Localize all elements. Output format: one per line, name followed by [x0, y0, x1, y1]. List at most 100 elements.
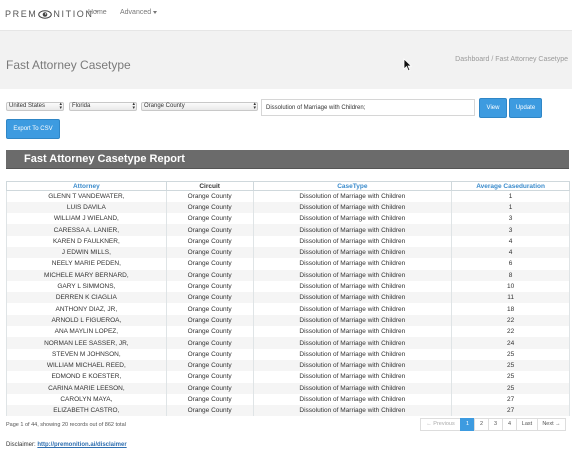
table-row: EDMOND E KOESTER, Orange County Dissolutio…: [6, 371, 570, 383]
casetype-cell: Dissolution of Marriage with Children: [252, 224, 453, 236]
view-button[interactable]: View: [479, 98, 507, 118]
pagination: ← Previous 1 2 3 4 Last Next →: [420, 418, 566, 431]
casetype-cell: Dissolution of Marriage with Children: [252, 348, 453, 360]
caseduration-cell: 10: [451, 280, 570, 293]
state-value: Florida: [72, 103, 91, 109]
last-page-button[interactable]: Last: [516, 418, 538, 431]
casetype-cell: Dissolution of Marriage with Children: [252, 213, 453, 225]
circuit-cell: Orange County: [165, 326, 254, 338]
page-title: Fast Attorney Casetype: [6, 58, 131, 72]
circuit-cell: Orange County: [165, 213, 254, 225]
attorney-cell: STEVEN M JOHNSON,: [6, 348, 167, 360]
select-arrows-icon: ▴ ▾: [253, 101, 256, 111]
column-header-average-caseduration[interactable]: Average Caseduration: [451, 181, 570, 191]
attorney-cell: WILLIAM MICHAEL REED,: [6, 359, 167, 372]
caret-down-icon: [153, 10, 158, 14]
table-row: ARNOLD L FIGUEROA, Orange County Dissoluti…: [6, 314, 570, 327]
country-value: United States: [9, 103, 46, 109]
attorney-cell: LUIS DAVILA: [6, 201, 167, 214]
filter-bar: United States ▴ ▾ Florida ▴ ▾ Orange Count…: [0, 98, 572, 143]
column-header-attorney[interactable]: Attorney: [6, 181, 167, 191]
casetype-cell: Dissolution of Marriage with Children: [252, 201, 453, 214]
table-row: CARINA MARIE LEESON, Orange County Dissolu…: [6, 382, 570, 394]
casetype-cell: Dissolution of Marriage with Children: [252, 303, 453, 315]
circuit-cell: Orange County: [165, 371, 254, 383]
caseduration-cell: 11: [451, 292, 570, 304]
top-navbar: PREM NITION ™ Home Advanced: [0, 0, 572, 30]
page-button-1[interactable]: 1: [460, 418, 475, 431]
page-button-2[interactable]: 2: [474, 418, 489, 431]
table-row: WILLIAM MICHAEL REED, Orange County Dissol…: [6, 359, 570, 372]
nav-home-link[interactable]: Home: [88, 9, 107, 16]
caseduration-cell: 25: [451, 371, 570, 383]
casetype-cell: Dissolution of Marriage with Children: [252, 371, 453, 383]
circuit-cell: Orange County: [165, 280, 254, 293]
casetype-cell: Dissolution of Marriage with Children: [252, 269, 453, 281]
caseduration-cell: 27: [451, 393, 570, 406]
report-title-bar: Fast Attorney Casetype Report: [6, 150, 569, 169]
brand-logo[interactable]: PREM NITION ™: [5, 9, 99, 20]
caseduration-cell: 4: [451, 246, 570, 259]
table-row: KAREN D FAULKNER, Orange County Dissolutio…: [6, 235, 570, 247]
attorney-cell: NEELY MARIE PEDEN,: [6, 258, 167, 270]
table-row: J EDWIN MILLS, Orange County Dissolution o…: [6, 246, 570, 259]
attorney-cell: GLENN T VANDEWATER,: [6, 190, 167, 202]
disclaimer-link[interactable]: http://premonition.ai/disclaimer: [37, 442, 126, 448]
caseduration-cell: 25: [451, 348, 570, 360]
page-button-3[interactable]: 3: [488, 418, 503, 431]
column-header-casetype[interactable]: CaseType: [252, 181, 453, 191]
disclaimer: Disclaimer: http://premonition.ai/discla…: [6, 442, 127, 448]
attorney-cell: CARINA MARIE LEESON,: [6, 382, 167, 394]
attorney-cell: KAREN D FAULKNER,: [6, 235, 167, 247]
nav-advanced-label: Advanced: [120, 9, 152, 16]
table-row: ANA MAYLIN LOPEZ, Orange County Dissolutio…: [6, 326, 570, 338]
country-select[interactable]: United States ▴ ▾: [6, 102, 64, 111]
casetype-input[interactable]: Dissolution of Marriage with Children;: [261, 99, 475, 116]
attorney-cell: MICHELE MARY BERNARD,: [6, 269, 167, 281]
attorney-cell: CARESSA A. LANIER,: [6, 224, 167, 236]
page-button-4[interactable]: 4: [502, 418, 517, 431]
nav-advanced-dropdown[interactable]: Advanced: [120, 9, 158, 16]
caseduration-cell: 3: [451, 213, 570, 225]
table-row: CAROLYN MAYA, Orange County Dissolution of…: [6, 393, 570, 406]
next-page-button[interactable]: Next →: [537, 418, 566, 431]
circuit-cell: Orange County: [165, 201, 254, 214]
select-arrows-icon: ▴ ▾: [132, 101, 135, 111]
state-select[interactable]: Florida ▴ ▾: [69, 102, 137, 111]
previous-page-button[interactable]: ← Previous: [420, 418, 461, 431]
attorney-cell: DERREN K CIAGLIA: [6, 292, 167, 304]
update-button[interactable]: Update: [509, 98, 542, 118]
circuit-cell: Orange County: [165, 258, 254, 270]
circuit-cell: Orange County: [165, 246, 254, 259]
table-row: DERREN K CIAGLIA Orange County Dissolution…: [6, 292, 570, 304]
disclaimer-label: Disclaimer:: [6, 442, 36, 448]
caseduration-cell: 24: [451, 337, 570, 349]
casetype-cell: Dissolution of Marriage with Children: [252, 258, 453, 270]
breadcrumb: Dashboard / Fast Attorney Casetype: [455, 56, 568, 63]
circuit-cell: Orange County: [165, 359, 254, 372]
attorney-cell: J EDWIN MILLS,: [6, 246, 167, 259]
circuit-cell: Orange County: [165, 348, 254, 360]
circuit-cell: Orange County: [165, 303, 254, 315]
caseduration-cell: 22: [451, 314, 570, 327]
brand-text-left: PREM: [5, 9, 38, 19]
circuit-cell: Orange County: [165, 292, 254, 304]
caseduration-cell: 22: [451, 326, 570, 338]
caseduration-cell: 8: [451, 269, 570, 281]
circuit-cell: Orange County: [165, 337, 254, 349]
county-select[interactable]: Orange County ▴ ▾: [141, 102, 258, 111]
export-csv-button[interactable]: Export To CSV: [6, 119, 60, 139]
table-row: ELIZABETH CASTRO, Orange County Dissolutio…: [6, 405, 570, 417]
circuit-cell: Orange County: [165, 269, 254, 281]
caseduration-cell: 25: [451, 359, 570, 372]
table-row: WILLIAM J WIELAND, Orange County Dissoluti…: [6, 213, 570, 225]
page-header: Fast Attorney Casetype Dashboard / Fast …: [0, 30, 572, 89]
circuit-cell: Orange County: [165, 393, 254, 406]
casetype-cell: Dissolution of Marriage with Children: [252, 382, 453, 394]
table-body: GLENN T VANDEWATER, Orange County Dissolut…: [6, 190, 570, 417]
caseduration-cell: 1: [451, 190, 570, 202]
casetype-cell: Dissolution of Marriage with Children: [252, 246, 453, 259]
circuit-cell: Orange County: [165, 235, 254, 247]
table-row: GARY L SIMMONS, Orange County Dissolution …: [6, 280, 570, 293]
attorney-cell: ANTHONY DIAZ, JR,: [6, 303, 167, 315]
